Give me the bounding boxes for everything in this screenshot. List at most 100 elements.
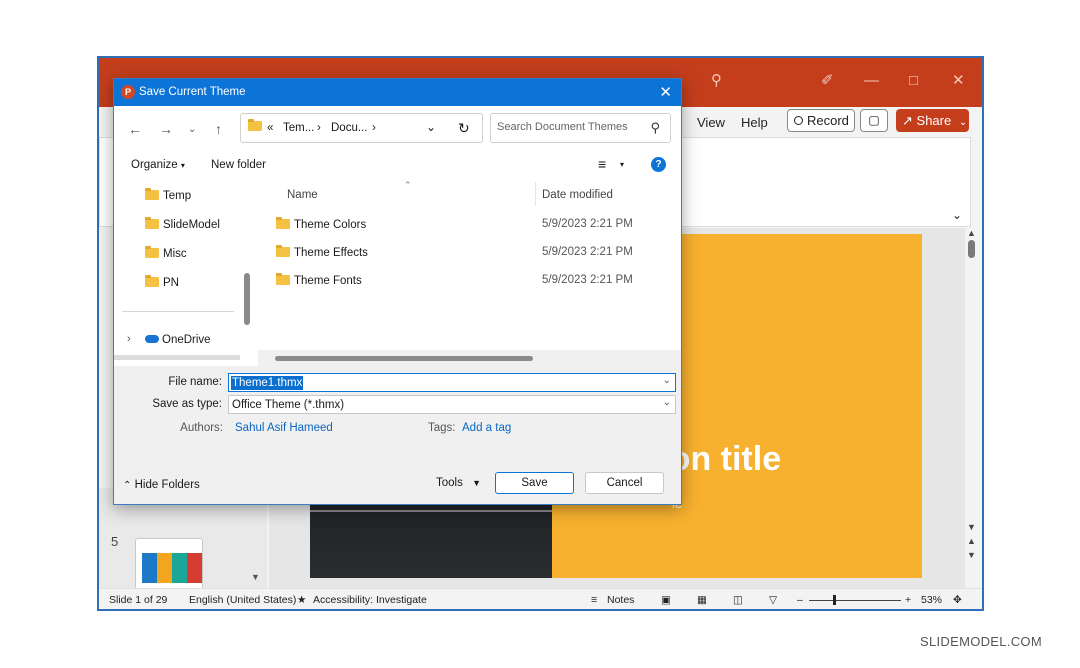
maximize-icon[interactable]: □ xyxy=(909,72,918,90)
close-window-icon[interactable]: ✕ xyxy=(952,72,965,90)
accessibility-status[interactable]: Accessibility: Investigate xyxy=(313,594,427,606)
navigation-pane: Temp SlideModel Misc PN › OneDrive xyxy=(114,180,258,366)
divider xyxy=(122,311,234,312)
zoom-level[interactable]: 53% xyxy=(921,594,942,606)
chevron-down-icon[interactable]: ▾ xyxy=(620,160,624,169)
column-header-name[interactable]: Name xyxy=(287,189,318,201)
nav-item-onedrive[interactable]: OneDrive xyxy=(145,334,211,346)
breadcrumb-item[interactable]: Tem... xyxy=(283,122,314,134)
comments-button[interactable]: ▢ xyxy=(860,109,888,132)
reading-view-icon[interactable]: ◫ xyxy=(733,594,743,606)
file-name-label: File name: xyxy=(168,376,222,388)
zoom-out-icon[interactable]: – xyxy=(797,594,803,606)
thumbnail-card xyxy=(142,553,157,583)
search-icon[interactable]: ⚲ xyxy=(650,120,660,136)
normal-view-icon[interactable]: ▣ xyxy=(661,594,671,606)
scroll-down-icon[interactable]: ▼ xyxy=(251,572,260,582)
refresh-icon[interactable]: ↻ xyxy=(458,120,470,137)
file-row[interactable]: Theme Fonts 5/9/2023 2:21 PM xyxy=(258,269,681,293)
designer-icon[interactable]: ✐ xyxy=(821,72,834,90)
search-input[interactable] xyxy=(497,121,637,133)
nav-item-slidemodel[interactable]: SlideModel xyxy=(145,217,220,231)
chevron-down-icon[interactable]: ⌄ xyxy=(959,117,967,128)
search-box[interactable]: ⚲ xyxy=(490,113,671,143)
forward-arrow-icon[interactable]: → xyxy=(159,121,173,137)
search-icon[interactable]: ⚲ xyxy=(711,72,722,90)
organize-button[interactable]: Organize ▾ xyxy=(131,159,185,171)
chevron-down-icon[interactable]: ⌄ xyxy=(663,375,671,386)
tools-button[interactable]: Tools ▼ xyxy=(436,477,481,489)
folder-icon xyxy=(145,275,159,287)
horizontal-scrollbar[interactable] xyxy=(114,355,240,360)
chevron-down-icon[interactable]: ⌄ xyxy=(426,120,436,134)
zoom-slider-thumb[interactable] xyxy=(833,595,836,605)
column-separator[interactable] xyxy=(535,182,536,206)
cancel-button[interactable]: Cancel xyxy=(585,472,664,494)
zoom-slider[interactable] xyxy=(809,600,901,601)
file-name-field[interactable]: Theme1.thmx ⌄ xyxy=(228,373,676,392)
tab-help[interactable]: Help xyxy=(741,115,768,130)
save-as-type-select[interactable]: Office Theme (*.thmx) ⌄ xyxy=(228,395,676,414)
slide-thumbnail-5[interactable] xyxy=(135,538,203,590)
share-label: Share xyxy=(916,113,952,128)
hide-folders-label: Hide Folders xyxy=(134,479,200,491)
notes-button[interactable]: Notes xyxy=(607,594,634,606)
file-name-input[interactable]: Theme1.thmx xyxy=(231,376,304,390)
view-options-icon[interactable]: ≡ xyxy=(598,156,606,172)
scrollbar-thumb[interactable] xyxy=(275,356,533,361)
thumbnail-card xyxy=(172,553,187,583)
new-folder-button[interactable]: New folder xyxy=(211,159,266,171)
up-arrow-icon[interactable]: ↑ xyxy=(215,121,222,137)
file-row[interactable]: Theme Colors 5/9/2023 2:21 PM xyxy=(258,213,681,237)
organize-label: Organize xyxy=(131,159,178,171)
expand-chevron-icon[interactable]: › xyxy=(127,333,131,345)
accessibility-icon: ★ xyxy=(297,594,307,606)
fit-to-window-icon[interactable]: ✥ xyxy=(953,594,962,606)
previous-slide-icon[interactable]: ▲ xyxy=(967,536,976,546)
scrollbar-thumb[interactable] xyxy=(968,240,975,258)
slide-count[interactable]: Slide 1 of 29 xyxy=(109,594,167,606)
nav-item-misc[interactable]: Misc xyxy=(145,246,187,260)
close-icon[interactable]: ✕ xyxy=(659,83,672,101)
scrollbar-thumb[interactable] xyxy=(244,273,250,325)
column-header-date[interactable]: Date modified xyxy=(542,189,613,201)
tags-label: Tags: xyxy=(428,422,456,434)
chevron-down-icon[interactable]: ⌄ xyxy=(952,208,962,222)
file-name-cell: Theme Effects xyxy=(276,245,368,259)
scroll-down-icon[interactable]: ▼ xyxy=(967,522,976,532)
next-slide-icon[interactable]: ▼ xyxy=(967,550,976,560)
file-name-cell: Theme Fonts xyxy=(276,273,362,287)
nav-item-pn[interactable]: PN xyxy=(145,275,179,289)
scroll-up-icon[interactable]: ▲ xyxy=(967,228,976,238)
breadcrumb-separator-icon: › xyxy=(372,122,376,134)
nav-item-temp[interactable]: Temp xyxy=(145,188,191,202)
breadcrumb-item[interactable]: Docu... xyxy=(331,122,367,134)
language-status[interactable]: English (United States) xyxy=(189,594,296,606)
chevron-down-icon[interactable]: ⌄ xyxy=(663,397,671,408)
back-arrow-icon[interactable]: ← xyxy=(128,121,142,137)
vertical-scrollbar[interactable]: ▲ ▼ ▲ ▼ xyxy=(965,228,979,588)
help-icon[interactable]: ? xyxy=(651,157,666,172)
dialog-title: Save Current Theme xyxy=(139,86,246,98)
recent-locations-icon[interactable]: ⌄ xyxy=(188,124,196,135)
slideshow-icon[interactable]: ▽ xyxy=(769,594,777,606)
hide-folders-button[interactable]: ⌃ Hide Folders xyxy=(123,479,200,491)
save-button[interactable]: Save xyxy=(495,472,574,494)
address-bar[interactable]: « Tem... › Docu... › ⌄ ↻ xyxy=(240,113,483,143)
authors-value[interactable]: Sahul Asif Hameed xyxy=(235,422,333,434)
file-row[interactable]: Theme Effects 5/9/2023 2:21 PM xyxy=(258,241,681,265)
minimize-icon[interactable]: — xyxy=(864,72,879,90)
breadcrumb-overflow[interactable]: « xyxy=(267,122,273,134)
slide-sorter-icon[interactable]: ▦ xyxy=(697,594,707,606)
tab-view[interactable]: View xyxy=(697,115,725,130)
record-icon xyxy=(794,116,803,125)
nav-item-label: PN xyxy=(163,277,179,289)
tags-value[interactable]: Add a tag xyxy=(462,422,511,434)
folder-icon xyxy=(276,245,290,257)
file-date: 5/9/2023 2:21 PM xyxy=(542,218,633,230)
share-button[interactable]: ↗ Share ⌄ xyxy=(896,109,969,132)
sort-ascending-icon: ⌃ xyxy=(404,180,412,190)
record-button[interactable]: Record xyxy=(787,109,855,132)
zoom-in-icon[interactable]: + xyxy=(905,594,911,606)
horizontal-scrollbar[interactable] xyxy=(258,350,681,366)
